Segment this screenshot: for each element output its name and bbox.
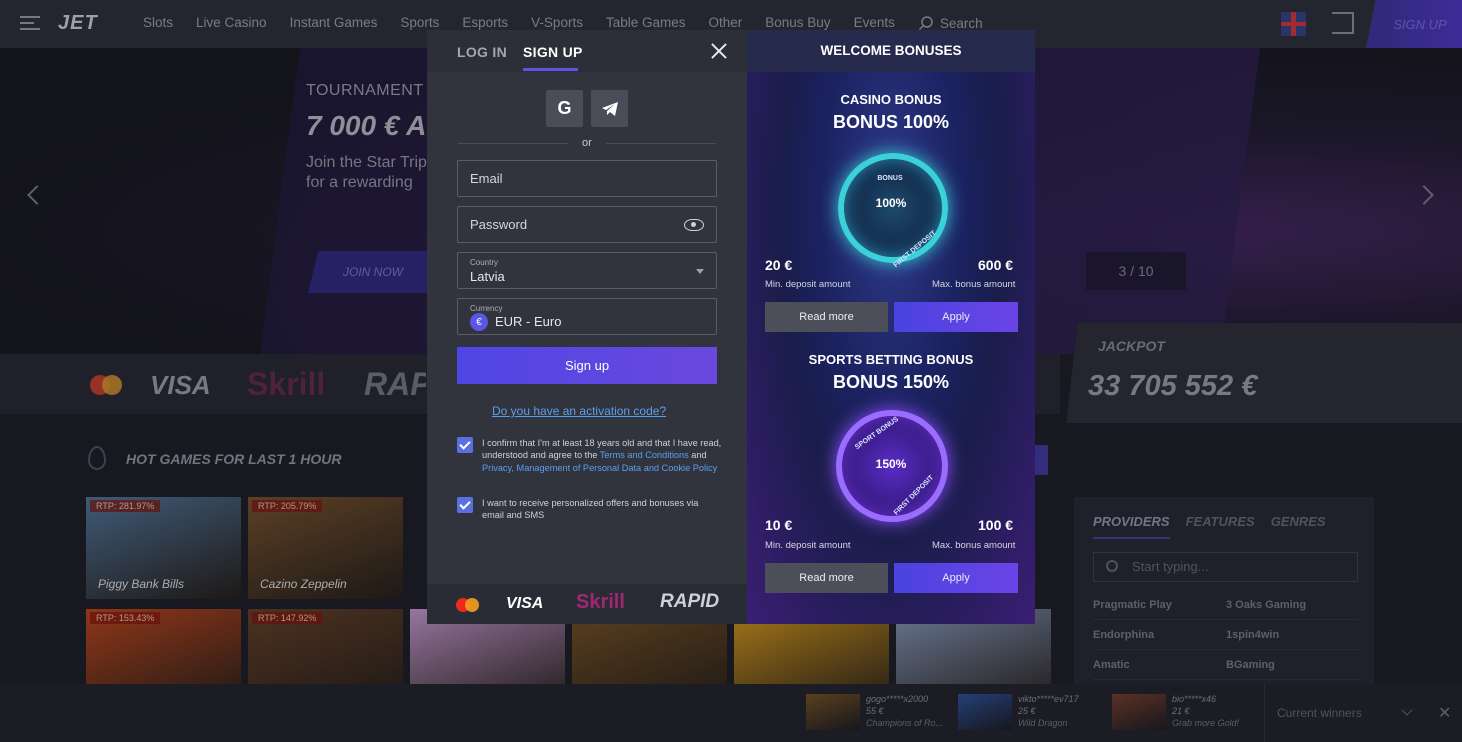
- sports-bonus-percent: BONUS 150%: [832, 372, 950, 392]
- sports-max-bonus: 100 €: [978, 517, 1014, 533]
- privacy-policy-link[interactable]: Privacy, Management of Personal Data and…: [482, 463, 717, 473]
- casino-bonus-percent: BONUS 100%: [832, 112, 950, 132]
- tab-signup[interactable]: SIGN UP: [523, 44, 583, 60]
- tab-login[interactable]: LOG IN: [457, 44, 507, 60]
- password-placeholder: Password: [470, 217, 528, 232]
- casino-max-bonus-label: Max. bonus amount: [932, 279, 1016, 290]
- skrill-logo: Skrill: [576, 591, 625, 613]
- currency-value: EUR - Euro: [495, 314, 562, 329]
- eye-icon[interactable]: [684, 219, 704, 231]
- divider: [606, 143, 716, 144]
- password-field[interactable]: Password: [457, 206, 717, 243]
- sports-min-deposit: 10 €: [765, 517, 793, 533]
- consent-and: and: [688, 450, 707, 461]
- country-value: Latvia: [470, 269, 505, 284]
- telegram-login-button[interactable]: [591, 90, 628, 127]
- visa-logo: VISA: [506, 595, 544, 612]
- casino-badge-center: 100%: [875, 196, 907, 210]
- page: JET Slots Live Casino Instant Games Spor…: [0, 0, 1462, 742]
- welcome-bonuses-title: WELCOME BONUSES: [820, 43, 962, 58]
- currency-select[interactable]: Currency € EUR - Euro: [457, 298, 717, 335]
- signup-button[interactable]: Sign up: [457, 347, 717, 384]
- email-placeholder: Email: [470, 171, 503, 186]
- chevron-down-icon: [696, 269, 704, 274]
- casino-min-deposit-label: Min. deposit amount: [765, 279, 851, 290]
- sports-max-bonus-label: Max. bonus amount: [932, 540, 1016, 551]
- country-label: Country: [470, 258, 499, 267]
- activation-code-link[interactable]: Do you have an activation code?: [492, 404, 666, 418]
- or-separator: or: [582, 137, 592, 149]
- sports-badge-center: 150%: [875, 457, 907, 471]
- rapid-logo: RAPID: [660, 591, 720, 612]
- euro-icon: €: [470, 313, 488, 331]
- country-select[interactable]: Country Latvia: [457, 252, 717, 289]
- divider: [458, 143, 568, 144]
- casino-read-more-button[interactable]: Read more: [765, 302, 888, 332]
- casino-bonus-title: CASINO BONUS: [840, 92, 942, 107]
- offers-checkbox[interactable]: [457, 497, 473, 513]
- sports-apply-button[interactable]: Apply: [894, 563, 1018, 593]
- google-login-button[interactable]: G: [546, 90, 583, 127]
- casino-max-bonus: 600 €: [978, 257, 1014, 273]
- google-icon: G: [557, 98, 572, 118]
- casino-min-deposit: 20 €: [765, 257, 793, 273]
- active-tab-indicator: [523, 68, 578, 71]
- age-terms-text: I confirm that I'm at least 18 years old…: [482, 437, 722, 474]
- offers-text: I want to receive personalized offers an…: [482, 498, 699, 521]
- sports-bonus-title: SPORTS BETTING BONUS: [808, 352, 974, 367]
- sports-min-deposit-label: Min. deposit amount: [765, 540, 851, 551]
- telegram-icon: [601, 101, 618, 116]
- close-icon[interactable]: [710, 42, 728, 60]
- currency-label: Currency: [470, 304, 503, 313]
- sports-read-more-button[interactable]: Read more: [765, 563, 888, 593]
- terms-link[interactable]: Terms and Conditions: [600, 450, 689, 460]
- casino-badge-top: BONUS: [877, 175, 903, 182]
- casino-apply-button[interactable]: Apply: [894, 302, 1018, 332]
- email-field[interactable]: Email: [457, 160, 717, 197]
- age-terms-checkbox[interactable]: [457, 437, 473, 453]
- mastercard-icon: [456, 598, 480, 612]
